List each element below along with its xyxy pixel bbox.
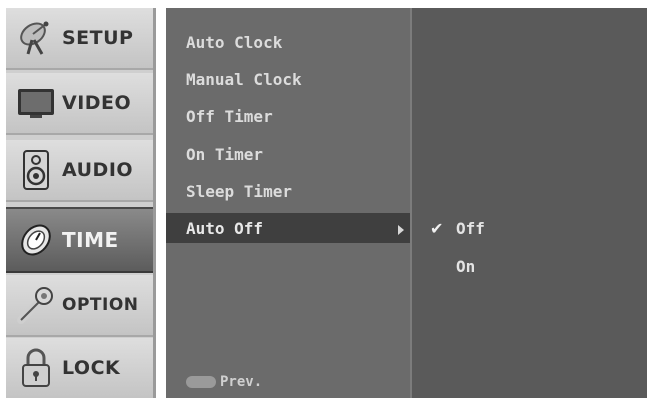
menu-item-off-timer[interactable]: Off Timer	[166, 98, 410, 134]
submenu-arrow-icon	[398, 225, 404, 235]
tv-icon	[14, 81, 58, 125]
category-sidebar: SETUP VIDEO AUDIO TIME OPTION LOCK	[6, 8, 156, 398]
clock-icon	[14, 218, 58, 262]
option-label: Off	[456, 218, 485, 238]
option-label: On	[456, 256, 476, 276]
option-on[interactable]: On	[412, 248, 647, 284]
category-option[interactable]: OPTION	[6, 275, 153, 337]
option-off[interactable]: ✔ Off	[412, 210, 647, 246]
time-menu-panel: Auto Clock Manual Clock Off Timer On Tim…	[166, 8, 647, 398]
category-label: LOCK	[62, 357, 121, 379]
menu-item-auto-off[interactable]: Auto Off	[166, 213, 410, 243]
category-lock[interactable]: LOCK	[6, 338, 153, 398]
category-label: OPTION	[62, 295, 139, 315]
menu-item-auto-clock[interactable]: Auto Clock	[166, 24, 410, 60]
prev-label: Prev.	[220, 374, 263, 390]
category-time[interactable]: TIME	[6, 207, 153, 273]
menu-item-manual-clock[interactable]: Manual Clock	[166, 61, 410, 97]
satellite-dish-icon	[14, 16, 58, 60]
menu-item-on-timer[interactable]: On Timer	[166, 136, 410, 172]
padlock-icon	[14, 346, 58, 390]
time-menu-list: Auto Clock Manual Clock Off Timer On Tim…	[166, 8, 412, 398]
speaker-icon	[14, 148, 58, 192]
menu-key-icon	[186, 376, 216, 388]
category-label: AUDIO	[62, 159, 134, 181]
prev-hint[interactable]: Prev.	[186, 374, 262, 390]
menu-item-sleep-timer[interactable]: Sleep Timer	[166, 173, 410, 209]
checkmark-icon: ✔	[430, 218, 444, 238]
category-label: TIME	[62, 228, 119, 252]
category-setup[interactable]: SETUP	[6, 8, 153, 70]
category-audio[interactable]: AUDIO	[6, 140, 153, 202]
auto-off-options: ✔ Off On	[412, 8, 647, 398]
category-video[interactable]: VIDEO	[6, 73, 153, 135]
wrench-icon	[14, 283, 58, 327]
menu-item-label: Auto Off	[186, 218, 264, 238]
category-label: VIDEO	[62, 92, 132, 114]
category-label: SETUP	[62, 27, 134, 49]
